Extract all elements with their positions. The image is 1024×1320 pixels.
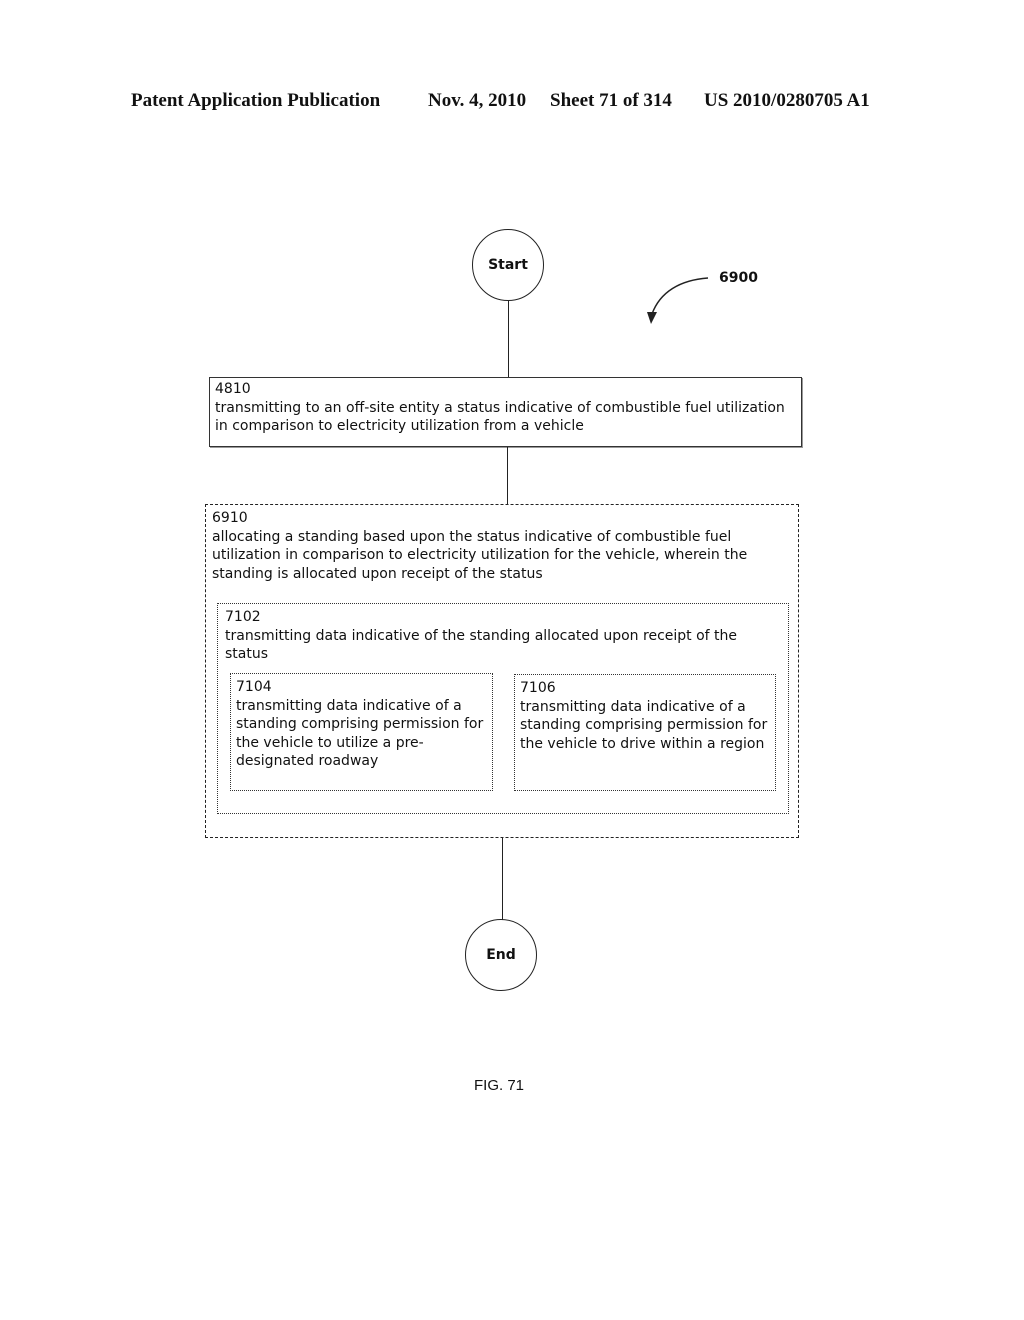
figure-caption: FIG. 71 [474, 1077, 525, 1094]
end-label: End [486, 947, 516, 963]
step-text: transmitting data indicative of a standi… [520, 698, 768, 752]
reference-number: 6900 [719, 270, 758, 286]
step-text: transmitting to an off-site entity a sta… [215, 399, 785, 435]
step-number: 7106 [520, 680, 556, 696]
step-number: 7104 [236, 679, 272, 695]
publication-date: Nov. 4, 2010 [428, 90, 527, 111]
step-4810-box: 4810 transmitting to an off-site entity … [209, 377, 802, 447]
connector-line [508, 301, 509, 377]
step-text: transmitting data indicative of a standi… [236, 697, 484, 770]
reference-arrow-icon [647, 277, 709, 324]
connector-line [507, 447, 508, 505]
patent-number: US 2010/0280705 A1 [704, 90, 870, 111]
substep-7104-box: 7104 transmitting data indicative of a s… [230, 673, 493, 791]
step-text: allocating a standing based upon the sta… [212, 528, 748, 582]
sheet-number: Sheet 71 of 314 [550, 90, 672, 111]
connector-line [502, 838, 503, 920]
step-number: 7102 [225, 609, 261, 625]
publication-title: Patent Application Publication [131, 90, 381, 111]
start-node: Start [472, 229, 544, 301]
start-label: Start [488, 257, 528, 273]
step-number: 6910 [212, 510, 248, 526]
step-text: transmitting data indicative of the stan… [225, 627, 738, 663]
substep-7106-box: 7106 transmitting data indicative of a s… [514, 674, 776, 791]
step-number: 4810 [215, 381, 251, 397]
end-node: End [465, 919, 537, 991]
